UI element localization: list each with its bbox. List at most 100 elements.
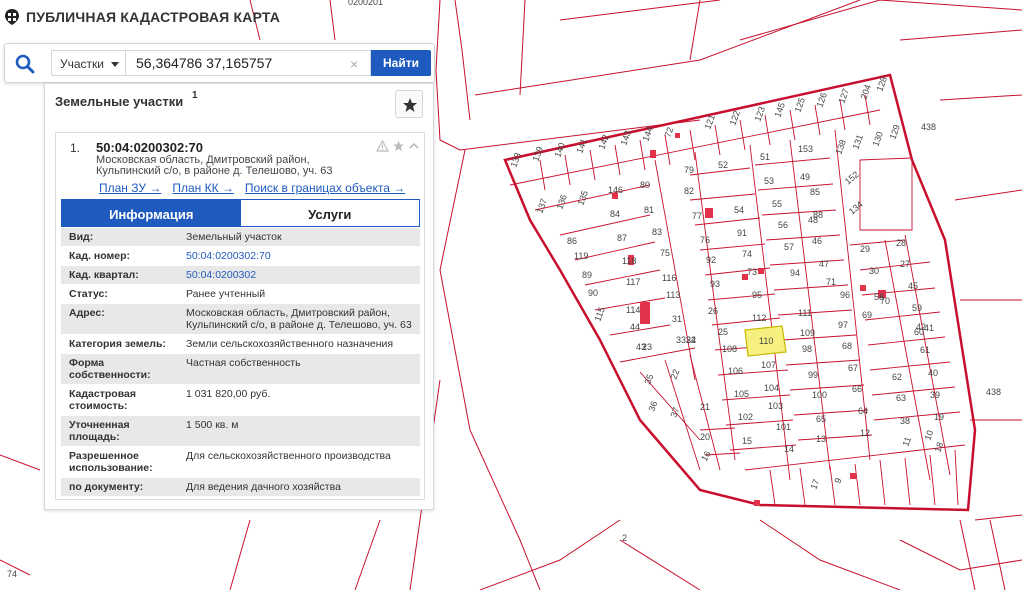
- plot-label-79[interactable]: 79: [684, 165, 694, 175]
- plot-label-102[interactable]: 102: [738, 412, 753, 422]
- plot-label-39[interactable]: 39: [930, 390, 940, 400]
- plot-label-84[interactable]: 84: [610, 209, 620, 219]
- plot-label-62[interactable]: 62: [892, 372, 902, 382]
- plot-label-55[interactable]: 55: [772, 199, 782, 209]
- plot-label-134[interactable]: 134: [847, 199, 865, 216]
- plot-label-45[interactable]: 45: [908, 281, 918, 291]
- plot-label-51[interactable]: 51: [760, 152, 770, 162]
- plot-label-94[interactable]: 94: [790, 268, 800, 278]
- plot-label-59[interactable]: 59: [912, 303, 922, 313]
- plot-label-129[interactable]: 129: [887, 123, 902, 141]
- plot-label-67[interactable]: 67: [848, 363, 858, 373]
- plot-label-113[interactable]: 113: [666, 290, 680, 300]
- plot-label-40[interactable]: 40: [928, 368, 938, 378]
- plot-label-80[interactable]: 80: [640, 180, 650, 190]
- plot-label-54[interactable]: 54: [734, 205, 744, 215]
- plot-label-16[interactable]: 16: [699, 449, 713, 463]
- plot-label-82[interactable]: 82: [684, 186, 694, 196]
- plot-label-112[interactable]: 112: [752, 313, 766, 323]
- plot-label-135[interactable]: 135: [575, 189, 590, 207]
- plot-label-15[interactable]: 15: [742, 436, 752, 446]
- plot-label-152[interactable]: 152: [843, 169, 861, 186]
- plot-label-92[interactable]: 92: [706, 255, 716, 265]
- plot-label-13[interactable]: 13: [816, 434, 826, 444]
- plot-label-27[interactable]: 27: [900, 259, 910, 269]
- plot-label-141[interactable]: 141: [574, 137, 589, 155]
- plot-label-22[interactable]: 22: [668, 368, 681, 381]
- plot-label-119[interactable]: 119: [574, 251, 588, 261]
- plot-label-57[interactable]: 57: [784, 242, 794, 252]
- plot-label-86[interactable]: 86: [567, 236, 577, 246]
- plot-label-56[interactable]: 56: [778, 220, 788, 230]
- plot-label-122[interactable]: 122: [727, 109, 742, 127]
- plot-label-46[interactable]: 46: [812, 236, 822, 246]
- plot-label-109[interactable]: 109: [800, 328, 815, 338]
- plot-label-137[interactable]: 137: [534, 197, 549, 215]
- plot-label-76[interactable]: 76: [700, 235, 710, 245]
- plot-label-101[interactable]: 101: [776, 422, 791, 432]
- plot-label-93[interactable]: 93: [710, 279, 720, 289]
- plot-label-47[interactable]: 47: [819, 259, 829, 269]
- plot-label-26[interactable]: 26: [708, 306, 718, 316]
- plot-label-145[interactable]: 145: [772, 101, 787, 119]
- plot-label-9[interactable]: 9: [832, 477, 843, 485]
- plot-label-118[interactable]: 118: [622, 256, 636, 266]
- plot-label-88[interactable]: 88: [813, 210, 823, 220]
- plot-label-126[interactable]: 126: [814, 91, 829, 109]
- plot-label-153[interactable]: 153: [798, 144, 813, 154]
- plot-label-20[interactable]: 20: [700, 432, 710, 442]
- plot-label-75[interactable]: 75: [660, 248, 670, 258]
- plot-label-18[interactable]: 18: [932, 441, 945, 454]
- warning-icon[interactable]: [376, 140, 389, 152]
- plot-label-35[interactable]: 35: [642, 373, 655, 386]
- plot-label-142[interactable]: 142: [596, 133, 611, 151]
- plot-label-89[interactable]: 89: [582, 270, 592, 280]
- plot-label-85[interactable]: 85: [810, 187, 820, 197]
- plot-label-19[interactable]: 19: [934, 412, 944, 422]
- plot-label-53[interactable]: 53: [764, 176, 774, 186]
- plot-label-139[interactable]: 139: [530, 145, 545, 163]
- result-cad-number[interactable]: 50:04:0200302:70: [96, 140, 203, 155]
- plot-label-11[interactable]: 11: [900, 435, 913, 447]
- plot-label-69[interactable]: 69: [862, 310, 872, 320]
- result-card[interactable]: 1. 50:04:0200302:70 Московская область, …: [55, 132, 425, 500]
- plot-label-127[interactable]: 127: [836, 87, 851, 105]
- plan-zu-link[interactable]: План ЗУ →: [99, 181, 161, 195]
- plot-label-38[interactable]: 38: [900, 416, 910, 426]
- plot-label-110[interactable]: 110: [759, 336, 773, 346]
- plot-label-14[interactable]: 14: [784, 444, 794, 454]
- plot-label-146[interactable]: 146: [608, 185, 623, 195]
- favorites-button[interactable]: [395, 90, 423, 118]
- plot-label-116[interactable]: 116: [662, 273, 676, 283]
- plot-label-133[interactable]: 133: [508, 151, 523, 169]
- plot-label-71[interactable]: 71: [826, 277, 836, 287]
- search-button[interactable]: Найти: [371, 50, 431, 76]
- cad-number-link[interactable]: 50:04:0200302:70: [178, 247, 420, 265]
- plot-label-49[interactable]: 49: [800, 172, 810, 182]
- plot-label-70[interactable]: 70: [880, 296, 890, 306]
- plot-label-23[interactable]: 23: [642, 342, 652, 352]
- plot-label-106[interactable]: 106: [728, 366, 743, 376]
- plot-label-144[interactable]: 144: [640, 125, 655, 143]
- plot-label-108[interactable]: 108: [722, 344, 737, 354]
- plot-label-125[interactable]: 125: [792, 96, 807, 114]
- plot-label-123[interactable]: 123: [752, 105, 767, 123]
- search-input[interactable]: 56,364786 37,165757: [125, 50, 371, 76]
- plot-label-68[interactable]: 68: [842, 341, 852, 351]
- plot-label-114[interactable]: 114: [626, 305, 640, 315]
- plot-label-12[interactable]: 12: [860, 428, 870, 438]
- plot-label-104[interactable]: 104: [764, 383, 779, 393]
- plot-label-72[interactable]: 72: [662, 126, 675, 139]
- plot-label-77[interactable]: 77: [692, 211, 702, 221]
- plot-label-130[interactable]: 130: [870, 130, 885, 148]
- plot-label-66[interactable]: 66: [852, 384, 862, 394]
- plot-label-99[interactable]: 99: [808, 370, 818, 380]
- plot-label-52[interactable]: 52: [718, 160, 728, 170]
- plot-label-107[interactable]: 107: [761, 360, 776, 370]
- plot-label-131[interactable]: 131: [850, 133, 865, 151]
- plot-label-81[interactable]: 81: [644, 205, 654, 215]
- plot-label-98[interactable]: 98: [802, 344, 812, 354]
- plot-label-103[interactable]: 103: [768, 401, 783, 411]
- plot-label-10[interactable]: 10: [922, 429, 935, 442]
- plot-label-25[interactable]: 25: [718, 327, 728, 337]
